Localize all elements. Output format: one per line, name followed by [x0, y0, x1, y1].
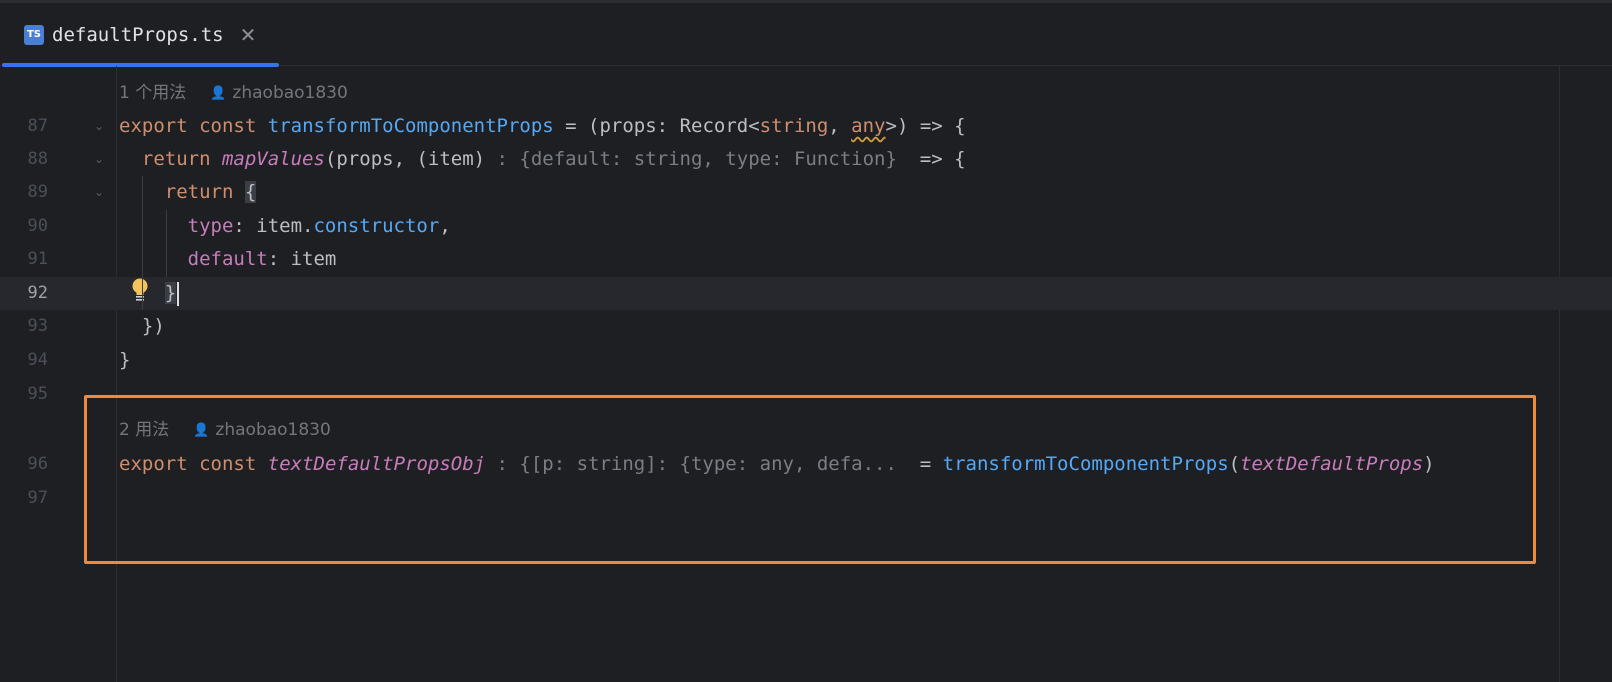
indent-guide — [142, 176, 143, 310]
line-number: 93 — [27, 316, 48, 336]
code-text[interactable]: } — [119, 344, 130, 377]
annotation-highlight-box — [84, 395, 1536, 564]
line-number: 92 — [27, 283, 48, 303]
line-number: 95 — [27, 384, 48, 404]
code-vision-usages[interactable]: 1 个用法 👤 zhaobao1830 — [119, 77, 348, 110]
line-number: 88 — [27, 149, 48, 169]
fold-chevron-icon[interactable]: ⌄ — [94, 110, 104, 143]
fold-chevron-icon[interactable]: ⌄ — [94, 176, 104, 209]
fold-chevron-icon[interactable]: ⌄ — [94, 143, 104, 176]
code-text[interactable]: }) — [119, 310, 165, 343]
code-text[interactable]: type: item.constructor, — [119, 210, 451, 243]
author-name[interactable]: zhaobao1830 — [232, 77, 347, 110]
code-line-94[interactable]: 94 } — [0, 344, 1612, 377]
typescript-icon: TS — [24, 24, 44, 45]
code-line-89[interactable]: 89 ⌄ return { — [0, 176, 1612, 209]
line-number: 97 — [27, 488, 48, 508]
active-tab-indicator — [2, 63, 279, 67]
user-icon: 👤 — [210, 86, 227, 101]
text-caret — [177, 281, 180, 306]
code-text[interactable]: default: item — [119, 243, 337, 276]
code-text[interactable]: export const transformToComponentProps =… — [119, 110, 966, 143]
inlay-type-hint: : {default: string, type: Function} — [485, 148, 909, 170]
code-text[interactable]: return mapValues(props, (item) : {defaul… — [119, 143, 966, 176]
code-text[interactable]: return { — [119, 176, 257, 209]
indent-guide — [166, 210, 167, 277]
lightbulb-icon[interactable] — [130, 277, 150, 303]
code-line-90[interactable]: 90 type: item.constructor, — [0, 210, 1612, 243]
line-number: 87 — [27, 116, 48, 136]
usage-count[interactable]: 1 个用法 — [119, 77, 186, 110]
code-line-92[interactable]: 92 } — [0, 277, 1612, 310]
tab-defaultprops-ts[interactable]: TS defaultProps.ts ✕ — [2, 3, 279, 67]
line-number: 94 — [27, 350, 48, 370]
editor-tab-bar: TS defaultProps.ts ✕ — [0, 3, 1612, 67]
code-line-87[interactable]: 87 ⌄ export const transformToComponentPr… — [0, 110, 1612, 143]
line-number: 91 — [27, 249, 48, 269]
matched-bracket: } — [164, 282, 177, 304]
line-number: 96 — [27, 454, 48, 474]
line-number: 89 — [27, 182, 48, 202]
code-line-91[interactable]: 91 default: item — [0, 243, 1612, 276]
close-icon[interactable]: ✕ — [240, 23, 257, 47]
tab-filename: defaultProps.ts — [52, 23, 224, 46]
code-line-93[interactable]: 93 }) — [0, 310, 1612, 343]
matched-bracket: { — [244, 181, 257, 203]
line-number: 90 — [27, 216, 48, 236]
code-line-88[interactable]: 88 ⌄ return mapValues(props, (item) : {d… — [0, 143, 1612, 176]
